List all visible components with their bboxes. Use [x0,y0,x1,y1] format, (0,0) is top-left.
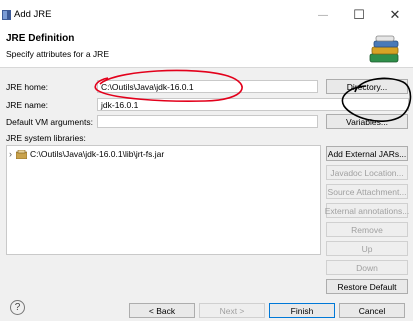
add-external-jars-button[interactable]: Add External JARs... [326,146,408,161]
minimize-icon: — [318,9,328,21]
expand-chevron-icon[interactable]: › [9,149,12,159]
close-button[interactable]: ✕ [377,0,413,30]
window-title: Add JRE [14,9,52,20]
vm-arguments-label: Default VM arguments: [6,117,93,127]
finish-button[interactable]: Finish [269,303,335,318]
libraries-tree[interactable] [6,145,321,255]
next-button[interactable]: Next > [199,303,265,318]
page-title: JRE Definition [6,33,75,44]
back-button[interactable]: < Back [129,303,195,318]
help-glyph: ? [14,302,21,313]
library-row[interactable]: › C:\Outils\Java\jdk-16.0.1\lib\jrt-fs.j… [9,149,164,159]
page-description: Specify attributes for a JRE [6,49,109,59]
jre-name-field[interactable]: jdk-16.0.1 [97,98,409,111]
jre-home-field[interactable]: C:\Outils\Java\jdk-16.0.1 [97,80,318,93]
variables-button[interactable]: Variables... [326,114,408,129]
restore-default-button[interactable]: Restore Default [326,279,408,294]
vm-arguments-field[interactable] [97,115,318,128]
jar-icon [16,149,27,159]
library-path: C:\Outils\Java\jdk-16.0.1\lib\jrt-fs.jar [30,149,165,159]
javadoc-location-button[interactable]: Javadoc Location... [326,165,408,180]
help-icon[interactable]: ? [10,300,25,315]
jre-window-icon [2,10,11,20]
close-icon: ✕ [389,7,401,22]
maximize-icon: ☐ [353,7,365,22]
books-icon [369,35,399,63]
system-libraries-label: JRE system libraries: [6,133,86,143]
maximize-button[interactable]: ☐ [341,0,377,30]
down-button[interactable]: Down [326,260,408,275]
jre-home-label: JRE home: [6,82,49,92]
minimize-button[interactable]: — [305,0,341,30]
up-button[interactable]: Up [326,241,408,256]
external-annotations-button[interactable]: External annotations... [325,203,409,218]
directory-button[interactable]: Directory... [326,79,408,94]
remove-button[interactable]: Remove [326,222,408,237]
jre-name-label: JRE name: [6,100,49,110]
source-attachment-button[interactable]: Source Attachment... [326,184,408,199]
cancel-button[interactable]: Cancel [339,303,405,318]
